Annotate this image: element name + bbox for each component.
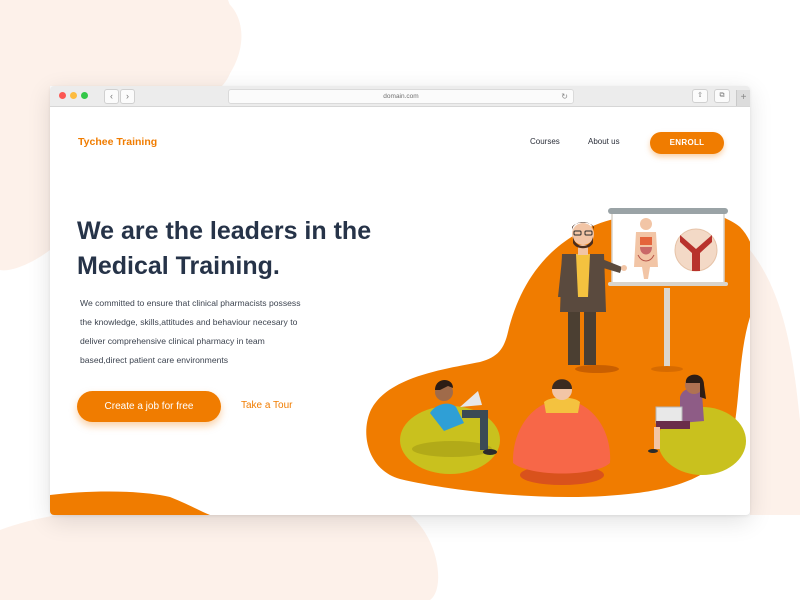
back-icon[interactable]: ‹ xyxy=(104,89,119,104)
enroll-button[interactable]: ENROLL xyxy=(650,132,724,154)
bottom-left-wave xyxy=(50,491,210,515)
close-window-button[interactable] xyxy=(59,92,66,99)
description-line: based,direct patient care environments xyxy=(80,355,229,365)
description-line: We committed to ensure that clinical pha… xyxy=(80,298,301,308)
nav-about-us[interactable]: About us xyxy=(588,137,620,146)
new-tab-icon[interactable]: + xyxy=(736,90,750,106)
site-logo[interactable]: Tychee Training xyxy=(78,136,157,148)
browser-titlebar: ‹ › domain.com ↻ ⇧ ⧉ + xyxy=(50,86,750,107)
tabs-overview-icon[interactable]: ⧉ xyxy=(714,89,730,103)
create-job-button[interactable]: Create a job for free xyxy=(77,391,221,422)
maximize-window-button[interactable] xyxy=(81,92,88,99)
reload-icon[interactable]: ↻ xyxy=(561,90,568,103)
forward-icon[interactable]: › xyxy=(120,89,135,104)
address-bar[interactable]: domain.com ↻ xyxy=(228,89,574,104)
hero-description: We committed to ensure that clinical pha… xyxy=(80,294,370,370)
hero-title-line-1: We are the leaders in the xyxy=(77,217,372,245)
hero-title: We are the leaders in the Medical Traini… xyxy=(77,214,427,284)
take-a-tour-link[interactable]: Take a Tour xyxy=(241,400,293,411)
description-line: the knowledge, skills,attitudes and beha… xyxy=(80,317,298,327)
share-icon[interactable]: ⇧ xyxy=(692,89,708,103)
nav-courses[interactable]: Courses xyxy=(530,137,560,146)
description-line: deliver comprehensive clinical pharmacy … xyxy=(80,336,265,346)
hero-title-line-2: Medical Training. xyxy=(77,252,280,280)
minimize-window-button[interactable] xyxy=(70,92,77,99)
url-text: domain.com xyxy=(383,93,419,100)
web-page: Tychee Training Courses About us ENROLL … xyxy=(50,107,750,515)
browser-window: ‹ › domain.com ↻ ⇧ ⧉ + Tychee Training C… xyxy=(50,86,750,515)
